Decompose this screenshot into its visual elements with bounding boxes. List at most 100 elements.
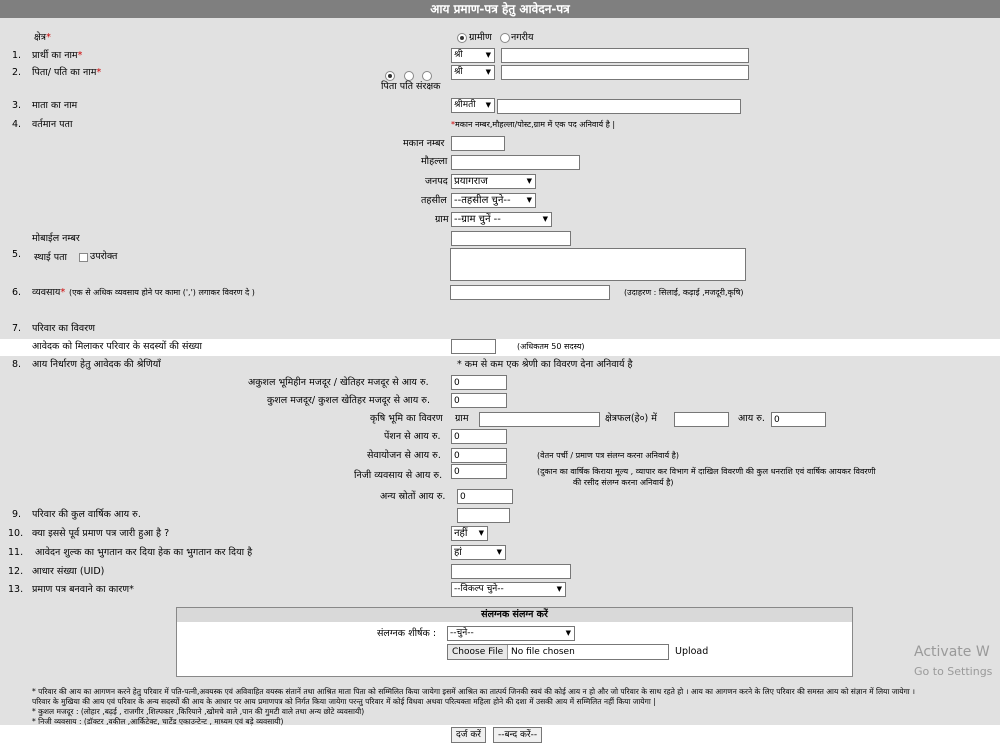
business-income-label: निजी व्यवसाय से आय रु. bbox=[354, 470, 443, 481]
permanent-address-textarea[interactable] bbox=[450, 248, 746, 281]
q10-number: 10. bbox=[8, 528, 24, 539]
q13-number: 13. bbox=[8, 584, 24, 595]
attachment-title-label: संलग्नक शीर्षक : bbox=[377, 628, 437, 639]
agri-village-input[interactable] bbox=[479, 412, 600, 427]
occupation-hint: (एक से अधिक व्यवसाय होने पर कामा (',') ल… bbox=[69, 288, 255, 297]
agri-income-label: आय रु. bbox=[738, 413, 765, 424]
tehsil-label: तहसील bbox=[421, 195, 447, 206]
upload-link[interactable]: Upload bbox=[675, 645, 708, 659]
choose-file-button[interactable]: Choose File bbox=[448, 645, 509, 659]
same-as-above-label: उपरोक्त bbox=[90, 251, 118, 262]
village-select[interactable]: --ग्राम चुनें -- ▼ bbox=[451, 212, 552, 227]
total-income-label: परिवार की कुल वार्षिक आय रु. bbox=[32, 509, 141, 520]
agri-area-input[interactable] bbox=[674, 412, 729, 427]
chevron-down-icon: ▼ bbox=[485, 68, 491, 76]
janpad-select[interactable]: प्रयागराज ▼ bbox=[451, 174, 536, 189]
business-income-input[interactable] bbox=[451, 464, 507, 479]
chevron-down-icon: ▼ bbox=[485, 51, 491, 59]
chevron-down-icon: ▼ bbox=[496, 548, 502, 556]
skilled-income-input[interactable] bbox=[451, 393, 507, 408]
radio-rural[interactable] bbox=[457, 33, 467, 43]
note-line: * कुशल मजदूर : (लोहार ,बढ़ई , राजगीर ,शि… bbox=[32, 707, 365, 716]
same-as-above-checkbox[interactable] bbox=[79, 253, 88, 262]
applicant-prefix-select[interactable]: श्री ▼ bbox=[451, 48, 495, 63]
previous-certificate-select[interactable]: नहीं ▼ bbox=[451, 526, 488, 541]
business-income-note-2: की रसीद संलग्न करना अनिवार्य है) bbox=[573, 478, 674, 487]
chevron-down-icon: ▼ bbox=[556, 585, 562, 593]
relation-caption: पिता पति संरक्षक bbox=[381, 81, 441, 92]
agri-income-input[interactable] bbox=[771, 412, 826, 427]
chevron-down-icon: ▼ bbox=[478, 529, 484, 537]
q5-number: 5. bbox=[12, 249, 22, 260]
occupation-label: व्यवसाय* bbox=[32, 287, 66, 298]
area-label: क्षेत्र* bbox=[34, 32, 51, 43]
attachment-header: संलग्नक संलग्न करें bbox=[177, 608, 852, 622]
unskilled-income-label: अकुशल भूमिहीन मजदूर / खेतिहर मजदूर से आय… bbox=[248, 377, 429, 388]
chevron-down-icon: ▼ bbox=[526, 177, 532, 185]
mohalla-input[interactable] bbox=[451, 155, 580, 170]
q2-number: 2. bbox=[12, 67, 22, 78]
service-income-input[interactable] bbox=[451, 448, 507, 463]
q8-number: 8. bbox=[12, 359, 22, 370]
mother-prefix-select[interactable]: श्रीमती ▼ bbox=[451, 98, 495, 113]
father-name-input[interactable] bbox=[501, 65, 749, 80]
service-income-label: सेवायोजन से आय रु. bbox=[367, 450, 441, 461]
income-categories-label: आय निर्धारण हेतु आवेदक की श्रेणियाँ bbox=[32, 359, 161, 370]
family-members-label: आवेदक को मिलाकर परिवार के सदस्यों की संख… bbox=[32, 341, 202, 352]
tehsil-select[interactable]: --तहसील चुने-- ▼ bbox=[451, 193, 536, 208]
radio-urban[interactable] bbox=[500, 33, 510, 43]
family-details-label: परिवार का विवरण bbox=[32, 323, 95, 334]
pension-income-input[interactable] bbox=[451, 429, 507, 444]
certificate-reason-select[interactable]: --विकल्प चुने-- ▼ bbox=[451, 582, 566, 597]
file-input[interactable]: Choose File No file chosen bbox=[447, 644, 669, 660]
q4-number: 4. bbox=[12, 119, 22, 130]
applicant-name-input[interactable] bbox=[501, 48, 749, 63]
father-prefix-select[interactable]: श्री ▼ bbox=[451, 65, 495, 80]
father-name-label: पिता/ पति का नाम* bbox=[32, 67, 102, 78]
q12-number: 12. bbox=[8, 566, 24, 577]
address-note: *मकान नम्बर,मौहल्ला/पोस्ट,ग्राम में एक प… bbox=[451, 120, 616, 129]
certificate-reason-label: प्रमाण पत्र बनवाने का कारण* bbox=[32, 584, 134, 595]
activation-watermark: Activate W bbox=[914, 644, 990, 660]
note-line: परिवार के मुखिया की आय एवं परिवार के अन्… bbox=[32, 697, 656, 706]
attachment-panel: संलग्नक संलग्न करें संलग्नक शीर्षक : --च… bbox=[176, 607, 853, 677]
radio-urban-label: नगरीय bbox=[511, 32, 534, 43]
q6-number: 6. bbox=[12, 287, 22, 298]
other-income-input[interactable] bbox=[457, 489, 513, 504]
q7-number: 7. bbox=[12, 323, 22, 334]
fee-paid-select[interactable]: हां ▼ bbox=[451, 545, 506, 560]
agri-area-label: क्षेत्रफल(हे०) में bbox=[605, 413, 657, 424]
q9-number: 9. bbox=[12, 509, 22, 520]
unskilled-income-input[interactable] bbox=[451, 375, 507, 390]
no-file-label: No file chosen bbox=[511, 647, 575, 657]
agri-village-label: ग्राम bbox=[455, 413, 469, 424]
close-button[interactable]: --बन्द करें-- bbox=[493, 727, 543, 743]
fee-paid-label: आवेदन शुल्क का भुगतान कर दिया हेक का भुग… bbox=[35, 547, 253, 558]
address-label: वर्तमान पता bbox=[32, 119, 73, 130]
q1-number: 1. bbox=[12, 50, 22, 61]
permanent-address-label: स्थाई पता bbox=[34, 252, 67, 263]
aadhaar-input[interactable] bbox=[451, 564, 571, 579]
total-income-input[interactable] bbox=[457, 508, 510, 523]
mohalla-label: मौहल्ला bbox=[421, 156, 448, 167]
family-members-max: (अधिकतम 50 सदस्य) bbox=[517, 342, 585, 351]
chevron-down-icon: ▼ bbox=[542, 215, 548, 223]
note-line: * परिवार की आय का आगणन करने हेतु परिवार … bbox=[32, 687, 915, 696]
attachment-title-select[interactable]: --चुने-- ▼ bbox=[447, 626, 575, 641]
pension-income-label: पेंशन से आय रु. bbox=[384, 431, 441, 442]
occupation-example: (उदाहरण : सिलाई, कढ़ाई ,मजदूरी,कृषि) bbox=[624, 288, 744, 297]
house-number-input[interactable] bbox=[451, 136, 505, 151]
submit-button[interactable]: दर्ज करें bbox=[451, 727, 486, 743]
page-title: आय प्रमाण-पत्र हेतु आवेदन-पत्र bbox=[0, 0, 1000, 18]
occupation-input[interactable] bbox=[450, 285, 610, 300]
q11-number: 11. bbox=[8, 547, 24, 558]
applicant-name-label: प्रार्थी का नाम* bbox=[32, 50, 83, 61]
agri-land-label: कृषि भूमि का विवरण bbox=[370, 413, 443, 424]
radio-rural-label: ग्रामीण bbox=[469, 32, 492, 43]
janpad-label: जनपद bbox=[425, 176, 448, 187]
mobile-input[interactable] bbox=[451, 231, 571, 246]
village-label: ग्राम bbox=[435, 214, 449, 225]
mother-name-input[interactable] bbox=[497, 99, 741, 114]
family-members-input[interactable] bbox=[451, 339, 496, 354]
other-income-label: अन्य स्रोतों आय रु. bbox=[380, 491, 446, 502]
